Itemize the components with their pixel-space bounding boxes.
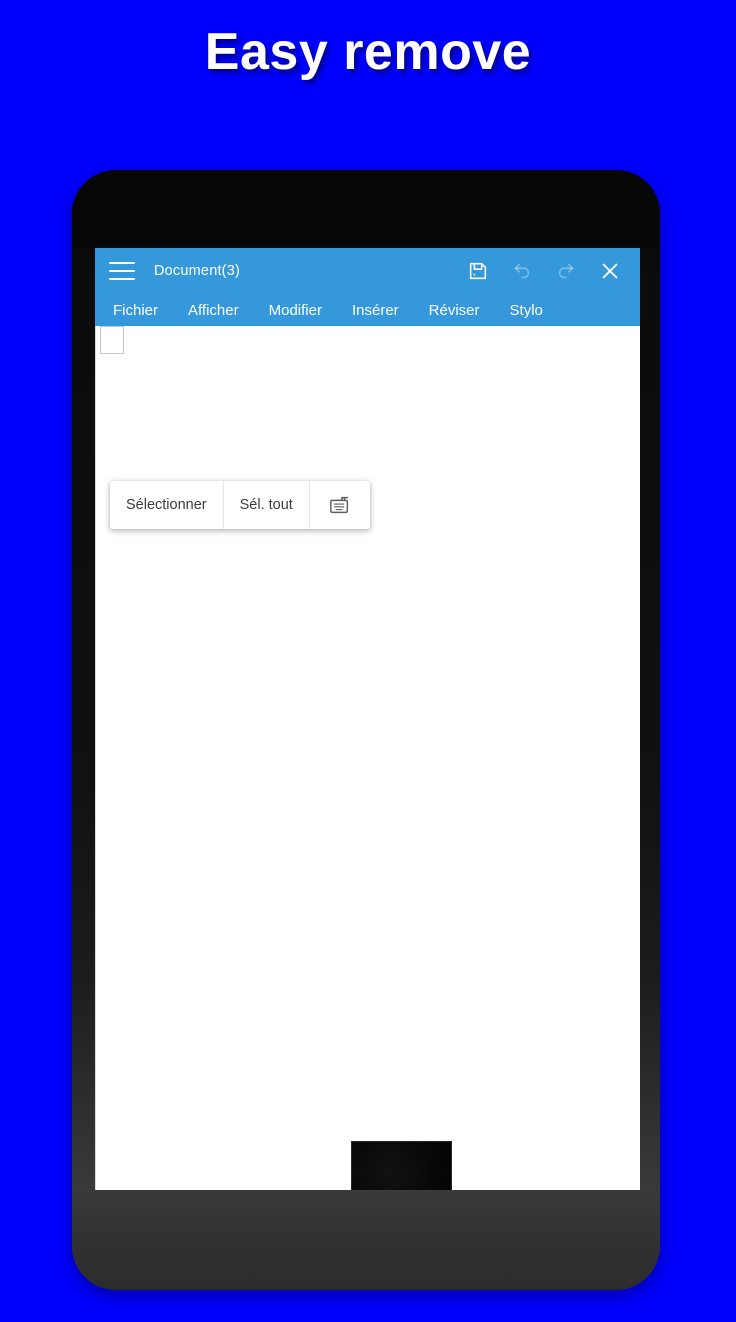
page-left-margin	[95, 326, 96, 1190]
phone-top-bezel	[72, 170, 660, 248]
promo-headline: Easy remove	[204, 23, 532, 81]
menu-item-inserer[interactable]: Insérer	[352, 302, 399, 319]
redo-icon[interactable]	[544, 249, 588, 293]
context-menu-item-select[interactable]: Sélectionner	[110, 481, 224, 529]
promo-screenshot: Easy remove Document(3) Fichier Afficher…	[0, 0, 736, 1322]
menu-item-reviser[interactable]: Réviser	[429, 302, 480, 319]
hamburger-line	[109, 262, 135, 264]
timer-widget[interactable]: 00:00	[351, 1141, 452, 1190]
document-title: Document(3)	[154, 263, 241, 279]
context-menu-item-select-all[interactable]: Sél. tout	[224, 481, 310, 529]
timer-display: 00:00	[352, 1188, 451, 1190]
app-bar: Document(3) Fichier Afficher Modifier In…	[95, 248, 640, 326]
undo-icon[interactable]	[500, 249, 544, 293]
hamburger-line	[109, 278, 135, 280]
keyboard-icon[interactable]	[310, 481, 370, 529]
app-bar-actions	[456, 248, 632, 294]
phone-device: Document(3) Fichier Afficher Modifier In…	[72, 170, 660, 1290]
menu-item-afficher[interactable]: Afficher	[188, 302, 239, 319]
menu-item-fichier[interactable]: Fichier	[113, 302, 158, 319]
document-page[interactable]: Sélectionner Sél. tout 00:00	[95, 326, 640, 1190]
menu-item-stylo[interactable]: Stylo	[510, 302, 543, 319]
hamburger-icon[interactable]	[109, 262, 135, 280]
close-icon[interactable]	[588, 249, 632, 293]
save-icon[interactable]	[456, 249, 500, 293]
menu-item-modifier[interactable]: Modifier	[269, 302, 322, 319]
context-menu-popup: Sélectionner Sél. tout	[110, 481, 370, 529]
app-bar-top-row: Document(3)	[95, 248, 640, 294]
text-cursor-box	[100, 326, 124, 354]
phone-screen: Document(3) Fichier Afficher Modifier In…	[95, 248, 640, 1190]
phone-bottom-bezel	[72, 1190, 660, 1290]
menu-bar: Fichier Afficher Modifier Insérer Révise…	[95, 294, 640, 326]
hamburger-line	[109, 270, 135, 272]
